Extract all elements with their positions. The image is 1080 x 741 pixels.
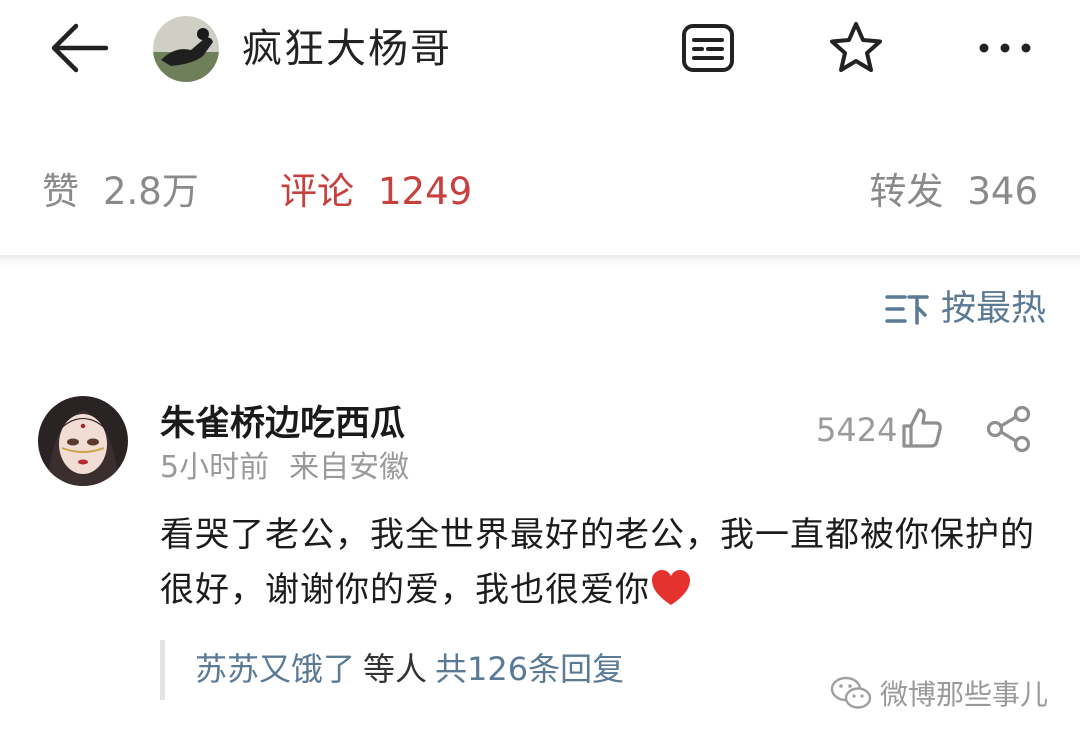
comment-meta: 5小时前 来自安徽 bbox=[160, 448, 409, 488]
comment-time: 5小时前 bbox=[160, 450, 270, 485]
comment-like-button[interactable] bbox=[898, 404, 946, 452]
reposts-count: 346 bbox=[967, 170, 1038, 213]
comment-text: 看哭了老公，我全世界最好的老公，我一直都被你保护的很好，谢谢你的爱，我也很爱你 bbox=[160, 508, 1050, 618]
more-button[interactable] bbox=[976, 18, 1036, 78]
comments-label: 评论 bbox=[280, 170, 354, 213]
star-icon bbox=[830, 22, 882, 72]
article-button[interactable] bbox=[678, 18, 738, 78]
favorite-button[interactable] bbox=[826, 18, 886, 78]
reposts-tab[interactable]: 转发 346 bbox=[869, 170, 1038, 214]
comment-text-content: 看哭了老公，我全世界最好的老公，我一直都被你保护的很好，谢谢你的爱，我也很爱你 bbox=[160, 515, 1035, 610]
reply-user[interactable]: 苏苏又饿了 bbox=[195, 650, 355, 688]
likes-tab[interactable]: 赞 2.8万 bbox=[42, 170, 199, 214]
wechat-icon bbox=[830, 676, 872, 709]
comment-like-count: 5424 bbox=[816, 411, 898, 449]
reply-count[interactable]: 共126条回复 bbox=[435, 650, 624, 688]
weibo-comments-page: 疯狂大杨哥 赞 2.8万 评论 1249 转发 346 按最热 朱雀桥边吃西瓜 … bbox=[0, 0, 1080, 741]
sort-button[interactable]: 按最热 bbox=[885, 286, 1046, 332]
comment-share-button[interactable] bbox=[984, 404, 1034, 454]
section-divider bbox=[0, 255, 1080, 267]
reposts-label: 转发 bbox=[869, 170, 944, 213]
page-title: 疯狂大杨哥 bbox=[242, 26, 452, 72]
comments-count: 1249 bbox=[378, 170, 473, 213]
replies-summary[interactable]: 苏苏又饿了 等人 共126条回复 bbox=[160, 640, 860, 700]
comments-tab[interactable]: 评论 1249 bbox=[280, 170, 472, 214]
sort-icon bbox=[885, 295, 929, 325]
more-icon bbox=[979, 43, 1031, 53]
thumbs-up-icon bbox=[902, 408, 942, 448]
share-icon bbox=[986, 405, 1031, 453]
back-button[interactable] bbox=[44, 18, 114, 78]
watermark-text: 微博那些事儿 bbox=[879, 678, 1048, 711]
likes-label: 赞 bbox=[42, 170, 79, 213]
reply-etc: 等人 bbox=[363, 650, 428, 688]
article-icon bbox=[682, 24, 734, 72]
watermark: 微博那些事儿 bbox=[830, 672, 1048, 714]
heart-icon bbox=[652, 570, 690, 605]
top-bar: 疯狂大杨哥 bbox=[0, 0, 1080, 100]
commenter-name[interactable]: 朱雀桥边吃西瓜 bbox=[160, 402, 405, 446]
stats-bar: 赞 2.8万 评论 1249 转发 346 bbox=[0, 150, 1080, 230]
commenter-avatar[interactable] bbox=[38, 396, 128, 486]
sort-label: 按最热 bbox=[940, 289, 1046, 329]
comment-location: 来自安徽 bbox=[289, 450, 410, 485]
back-arrow-icon bbox=[51, 23, 109, 73]
likes-count: 2.8万 bbox=[103, 170, 199, 213]
author-avatar[interactable] bbox=[153, 16, 219, 82]
